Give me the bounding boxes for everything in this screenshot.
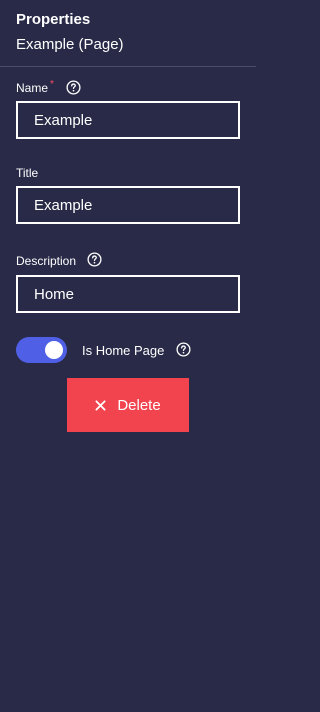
name-input[interactable]	[16, 101, 240, 139]
description-label-text: Description	[16, 254, 77, 268]
description-help-icon[interactable]	[87, 252, 102, 267]
description-field-label: Description	[16, 254, 76, 268]
name-field-label: Name *	[16, 79, 54, 95]
panel-subtitle: Example (Page)	[16, 36, 124, 53]
required-marker: *	[50, 79, 54, 90]
title-input[interactable]	[16, 186, 240, 224]
delete-button[interactable]: Delete	[67, 378, 189, 432]
properties-panel: Properties Example (Page) Name * Title D…	[0, 0, 256, 712]
delete-button-label: Delete	[117, 396, 161, 414]
toggle-knob	[45, 341, 63, 359]
name-label-text: Name	[16, 81, 49, 95]
name-help-icon[interactable]	[66, 80, 81, 95]
panel-header: Properties Example (Page)	[0, 0, 256, 67]
title-field-label: Title	[16, 166, 38, 180]
home-page-toggle-label: Is Home Page	[82, 343, 165, 358]
home-page-help-icon[interactable]	[176, 342, 191, 357]
panel-title: Properties	[16, 11, 91, 28]
title-label-text: Title	[16, 166, 39, 180]
home-page-toggle[interactable]	[16, 337, 67, 363]
description-input[interactable]	[16, 275, 240, 313]
close-icon	[95, 399, 106, 411]
